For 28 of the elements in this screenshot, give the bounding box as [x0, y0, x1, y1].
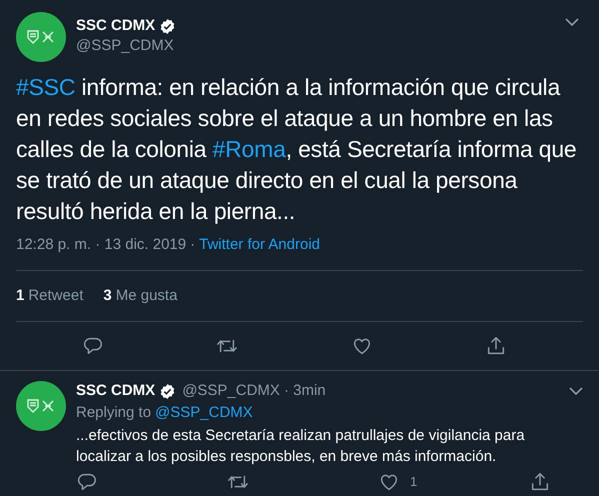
author-handle[interactable]: @SSP_CDMX: [76, 36, 555, 56]
stat-label[interactable]: Retweet: [28, 287, 84, 305]
source-link[interactable]: Twitter for Android: [199, 236, 320, 254]
replying-to-label: Replying to: [76, 403, 152, 423]
avatar[interactable]: [16, 381, 66, 431]
author-name[interactable]: SSC CDMX: [76, 381, 156, 401]
stat-label[interactable]: Me gusta: [116, 287, 178, 305]
chevron-down-icon[interactable]: [569, 387, 583, 395]
author-name[interactable]: SSC CDMX: [76, 16, 156, 36]
share-icon[interactable]: [529, 471, 551, 493]
separator-dot: ·: [190, 236, 196, 254]
reply-icon[interactable]: [76, 471, 98, 493]
author-handle[interactable]: @SSP_CDMX: [182, 381, 280, 401]
reply-text: ...efectivos de esta Secretaría realizan patrullajes de vigilancia para localizar a los posibles responsbles, en breve más información.: [76, 426, 526, 467]
reply-age: · 3min: [284, 381, 326, 401]
avatar[interactable]: [16, 12, 66, 62]
stat-count: 1: [16, 287, 24, 305]
timestamp: 12:28 p. m. · 13 dic. 2019: [16, 236, 186, 254]
tweet-text: #SSC informa: en relación a la información que circula en redes sociales sobre el ataque a un hombre en las calles de la colonia #Roma, está Secretaría informa que se trató de un ataque directo en el cual la persona resultó herida en la pierna...: [16, 73, 578, 226]
like-count: 1: [410, 473, 418, 492]
reply-icon[interactable]: [82, 335, 104, 357]
hashtag-link[interactable]: #Roma: [212, 136, 286, 162]
hashtag-link[interactable]: #SSC: [16, 74, 76, 100]
mention-link[interactable]: @SSP_CDMX: [155, 403, 253, 423]
emblem-icon: [27, 30, 55, 44]
emblem-icon: [27, 399, 55, 413]
stat-count: 3: [103, 287, 112, 305]
chevron-down-icon[interactable]: [565, 18, 579, 26]
